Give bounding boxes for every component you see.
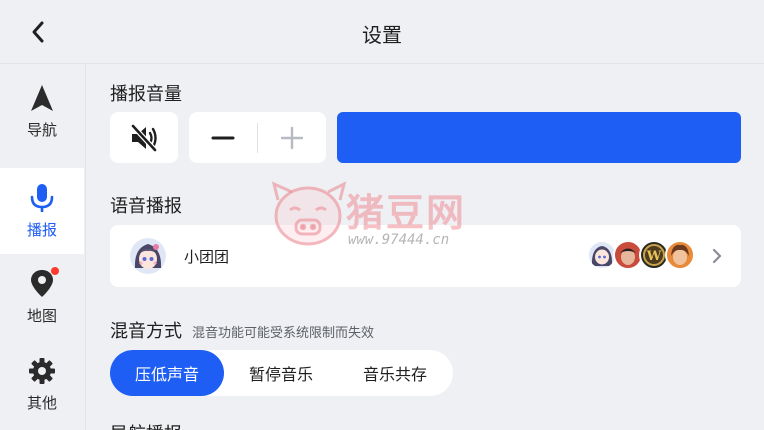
sidebar-item-label: 地图 — [26, 306, 57, 325]
top-bar: 设置 — [0, 0, 764, 64]
notification-dot — [51, 266, 59, 275]
sidebar-item-other[interactable]: 其他 — [0, 341, 84, 427]
volume-increase-button[interactable] — [258, 112, 326, 163]
speaker-mute-icon — [131, 123, 157, 152]
chevron-right-icon — [712, 248, 722, 264]
mix-option-pause-music[interactable]: 暂停音乐 — [224, 350, 338, 396]
volume-slider-fill — [337, 112, 741, 163]
volume-slider[interactable] — [337, 112, 741, 163]
navigation-arrow-icon — [27, 83, 57, 113]
mix-section-title: 混音方式 混音功能可能受系统限制而失效 — [110, 317, 374, 343]
current-voice-name: 小团团 — [184, 248, 230, 266]
avatar — [665, 240, 695, 270]
mix-mode-segmented-control: 压低声音 暂停音乐 音乐共存 — [110, 350, 453, 396]
mute-button[interactable] — [110, 112, 178, 163]
volume-decrease-button[interactable] — [189, 112, 257, 163]
sidebar: 导航 播报 地图 其他 — [0, 64, 86, 430]
navigation-broadcast-section-title: 导航播报 — [110, 420, 182, 430]
voice-selector-row[interactable]: 小团团 W — [110, 225, 741, 287]
sidebar-item-label: 其他 — [26, 393, 57, 412]
map-pin-icon — [27, 266, 59, 299]
mix-hint: 混音功能可能受系统限制而失效 — [192, 326, 375, 341]
mix-title: 混音方式 — [110, 321, 182, 342]
voice-section-title: 语音播报 — [110, 196, 182, 217]
sidebar-item-navigation[interactable]: 导航 — [0, 68, 84, 154]
mix-option-lower-volume[interactable]: 压低声音 — [110, 350, 224, 396]
plus-icon — [280, 126, 304, 149]
microphone-icon — [27, 183, 57, 213]
voice-avatar — [130, 238, 166, 274]
volume-stepper — [189, 112, 326, 163]
sidebar-item-broadcast[interactable]: 播报 — [0, 168, 84, 254]
gear-icon — [27, 356, 57, 386]
volume-section-title: 播报音量 — [110, 84, 182, 105]
page-title: 设置 — [362, 23, 402, 47]
svg-text:W: W — [646, 249, 662, 264]
sidebar-item-map[interactable]: 地图 — [0, 254, 84, 340]
sidebar-item-label: 播报 — [26, 220, 57, 239]
sidebar-item-label: 导航 — [26, 120, 57, 139]
minus-icon — [211, 136, 235, 139]
settings-panel: 播报音量 语音播报 小团团 W 混音方式 混音功能可能受系统限制而失效 压低声音… — [86, 64, 764, 430]
voice-avatar-group: W — [587, 240, 695, 272]
mix-option-coexist[interactable]: 音乐共存 — [338, 350, 452, 396]
